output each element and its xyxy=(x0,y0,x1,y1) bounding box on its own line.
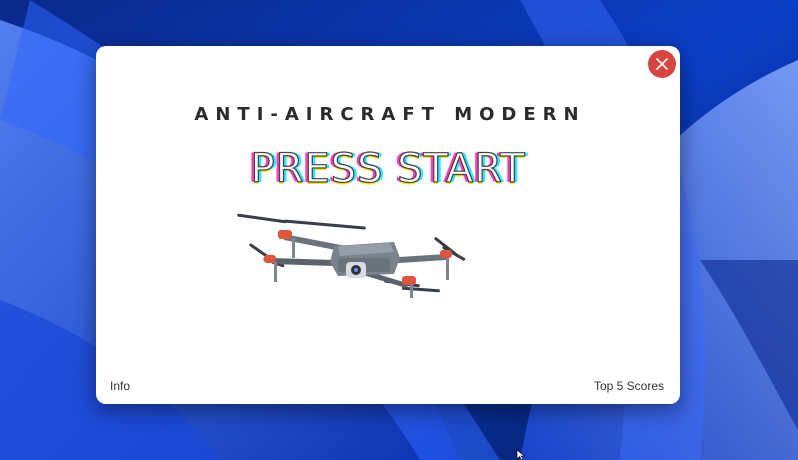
top-scores-link[interactable]: Top 5 Scores xyxy=(594,379,664,393)
mouse-cursor-icon xyxy=(516,450,526,460)
game-launcher-window: ANTI-AIRCRAFT MODERN PRESS START Info To… xyxy=(96,46,680,404)
game-subtitle: ANTI-AIRCRAFT MODERN xyxy=(194,104,586,125)
press-start-button[interactable]: PRESS START xyxy=(96,144,680,194)
press-start-label: PRESS START xyxy=(250,145,526,192)
drone-illustration xyxy=(237,213,466,298)
close-icon xyxy=(656,58,668,70)
close-button[interactable] xyxy=(648,50,676,78)
propeller-top-left xyxy=(237,213,366,230)
info-link[interactable]: Info xyxy=(110,379,130,393)
desktop: ANTI-AIRCRAFT MODERN PRESS START Info To… xyxy=(0,0,798,460)
